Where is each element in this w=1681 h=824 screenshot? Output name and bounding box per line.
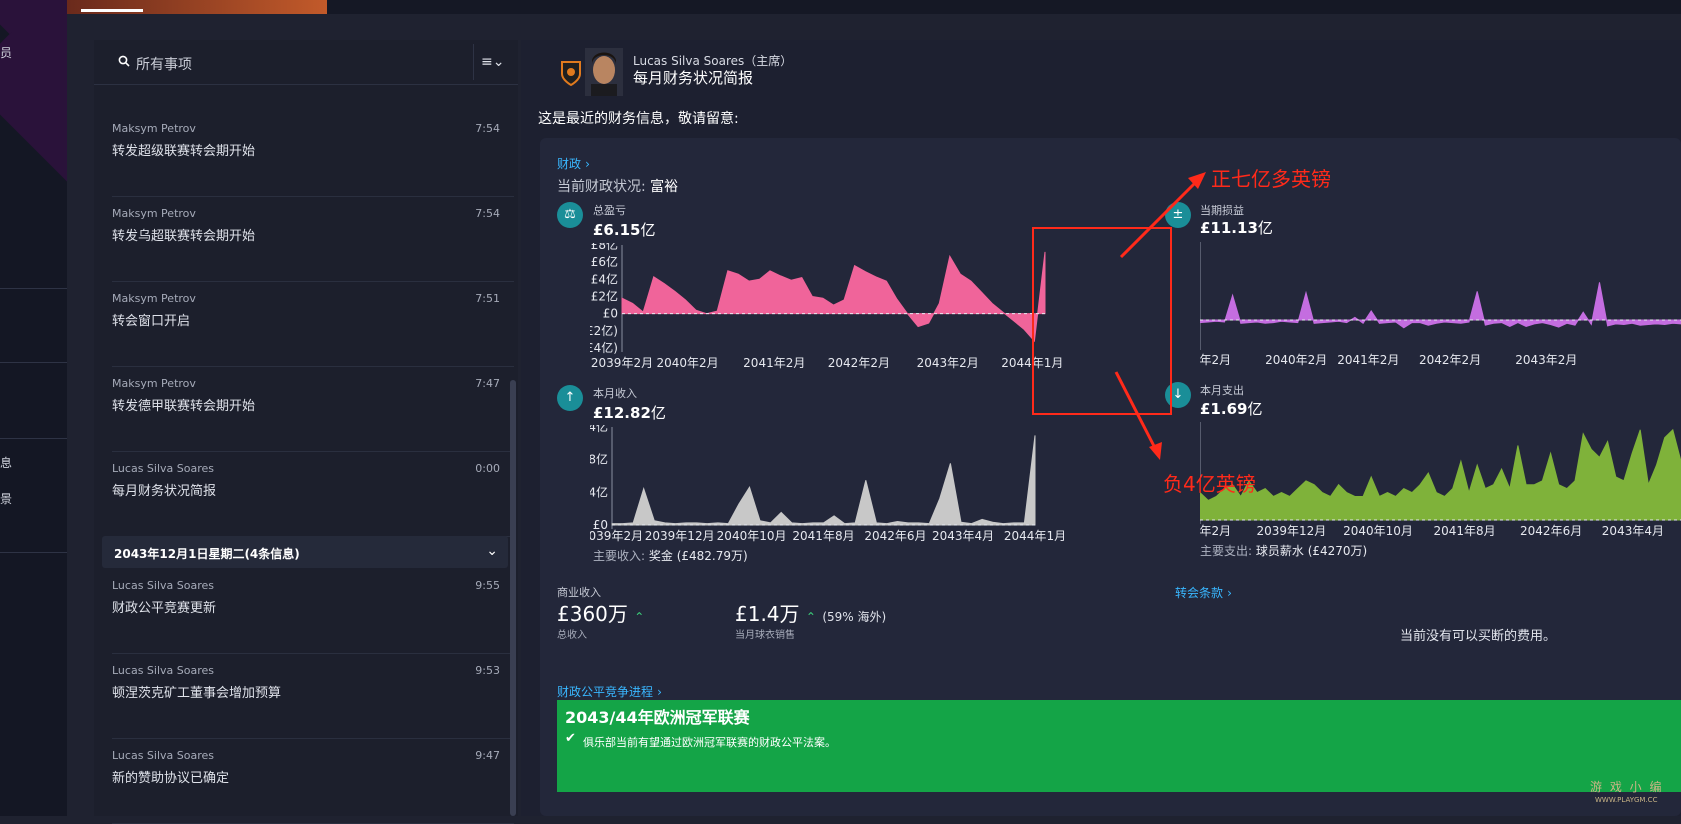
annotation-arrowhead bbox=[1149, 442, 1162, 460]
annotation-box bbox=[1032, 227, 1172, 415]
annotation-top: 正七亿多英镑 bbox=[1211, 167, 1331, 191]
watermark: 游 戏 小 编 bbox=[1590, 780, 1664, 794]
annotation-arrow-up bbox=[1119, 178, 1200, 259]
annotation-bottom: 负4亿英镑 bbox=[1163, 472, 1256, 496]
annotation-overlay bbox=[1032, 172, 1206, 460]
watermark-url: WWW.PLAYGM.CC bbox=[1595, 796, 1658, 804]
annotation-arrow-down bbox=[1114, 371, 1158, 451]
